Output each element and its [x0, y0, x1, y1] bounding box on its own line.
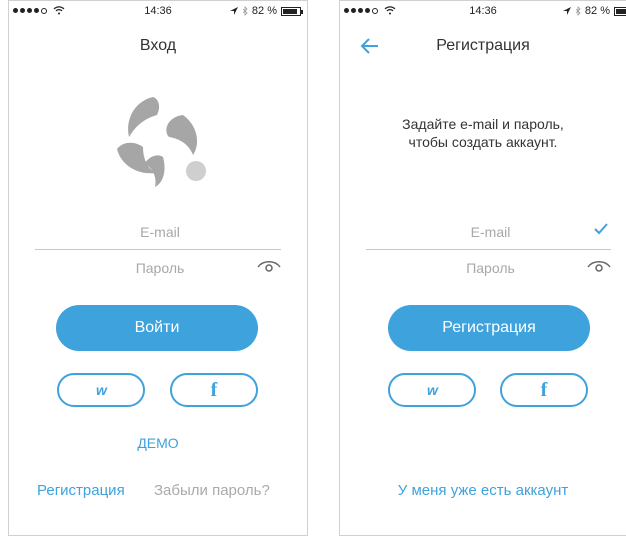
app-logo-icon — [117, 97, 206, 187]
facebook-icon: f — [540, 379, 548, 401]
location-arrow-icon — [229, 7, 238, 15]
password-input[interactable] — [35, 252, 285, 284]
login-button[interactable]: Войти — [56, 305, 258, 351]
login-screen: 14:36 82 % Вход Войти w f ДЕМО Регистрац… — [8, 0, 308, 536]
have-account-link[interactable]: У меня уже есть аккаунт — [340, 482, 626, 499]
email-field[interactable] — [35, 216, 285, 248]
bluetooth-icon — [242, 6, 248, 16]
email-input[interactable] — [35, 216, 285, 248]
battery-percent: 82 % — [584, 5, 610, 17]
email-field[interactable] — [366, 216, 615, 248]
status-bar: 14:36 82 % — [340, 1, 626, 21]
bluetooth-icon — [575, 6, 581, 16]
page-title: Регистрация — [436, 37, 530, 54]
demo-link[interactable]: ДЕМО — [9, 435, 307, 451]
facebook-login-button[interactable]: f — [170, 373, 258, 407]
location-arrow-icon — [562, 7, 571, 15]
vk-icon: w — [427, 382, 438, 398]
forgot-password-link[interactable]: Забыли пароль? — [154, 482, 270, 499]
password-field[interactable] — [35, 252, 285, 284]
eye-icon[interactable] — [587, 258, 611, 274]
page-title: Вход — [139, 37, 177, 54]
checkmark-icon — [594, 223, 608, 235]
registration-instructions: Задайте e-mail и пароль, чтобы создать а… — [340, 115, 626, 151]
facebook-icon: f — [210, 379, 218, 401]
subtitle-line-2: чтобы создать аккаунт. — [408, 134, 558, 150]
vk-register-button[interactable]: w — [388, 373, 476, 407]
vk-icon: w — [96, 382, 107, 398]
facebook-register-button[interactable]: f — [500, 373, 588, 407]
eye-icon[interactable] — [257, 258, 281, 274]
status-bar: 14:36 82 % — [9, 1, 307, 21]
password-field[interactable] — [366, 252, 615, 284]
password-input[interactable] — [366, 252, 615, 284]
field-divider — [35, 249, 281, 250]
field-divider — [366, 249, 611, 250]
email-input[interactable] — [366, 216, 615, 248]
subtitle-line-1: Задайте e-mail и пароль, — [402, 116, 564, 132]
vk-login-button[interactable]: w — [57, 373, 145, 407]
battery-icon — [281, 6, 303, 16]
register-button[interactable]: Регистрация — [388, 305, 590, 351]
battery-icon — [614, 6, 626, 16]
battery-percent: 82 % — [251, 5, 277, 17]
registration-screen: 14:36 82 % Регистрация Задайте e-mail и … — [339, 0, 626, 536]
register-link[interactable]: Регистрация — [37, 482, 125, 499]
